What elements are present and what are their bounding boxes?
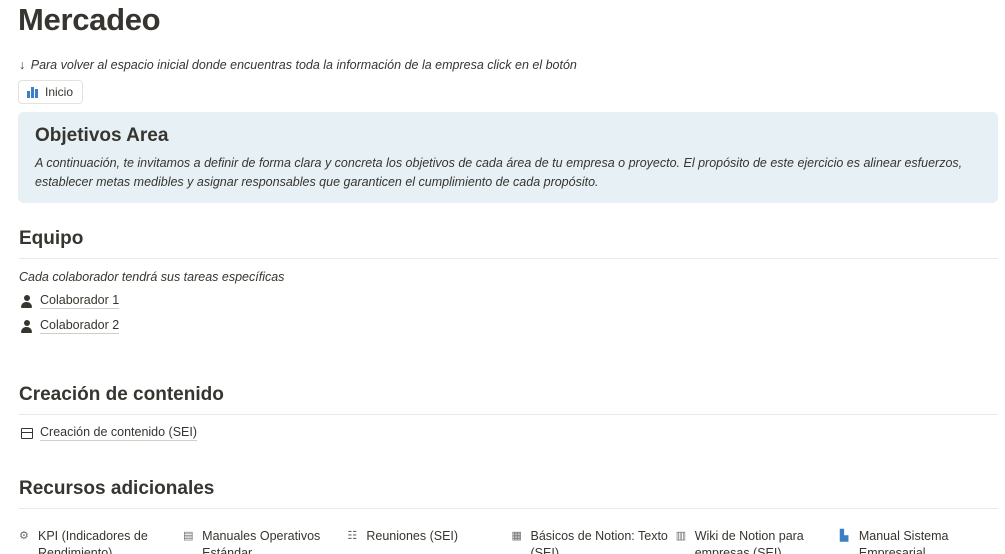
resource-manuales[interactable]: ▤ Manuales Operativos Estándar — [183, 528, 347, 554]
home-hint: ↓ Para volver al espacio inicial donde e… — [19, 58, 577, 72]
page-title: Mercadeo — [18, 2, 161, 37]
inicio-button[interactable]: Inicio — [18, 80, 84, 104]
callout-body: A continuación, te invitamos a definir d… — [35, 156, 963, 189]
meeting-icon: ☷ — [347, 530, 358, 542]
home-hint-text: Para volver al espacio inicial donde enc… — [30, 58, 577, 72]
equipo-heading: Equipo — [19, 228, 84, 249]
creacion-contenido-link[interactable]: Creación de contenido (SEI) — [21, 425, 198, 441]
resource-label: Manual Sistema Empresarial — [858, 529, 949, 554]
resource-label: Básicos de Notion: Texto (SEI) — [530, 529, 668, 554]
contenido-divider — [19, 414, 998, 415]
resource-label: Wiki de Notion para empresas (SEI) — [694, 529, 804, 554]
resource-label: KPI (Indicadores de Rendimiento) — [38, 529, 148, 554]
person-icon — [20, 319, 33, 333]
resources-grid: ⚙ KPI (Indicadores de Rendimiento) ▤ Man… — [19, 528, 1004, 554]
resource-wiki-notion[interactable]: ▥ Wiki de Notion para empresas (SEI) — [676, 528, 840, 554]
resource-label: Reuniones (SEI) — [366, 529, 459, 543]
arrow-down-icon: ↓ — [19, 58, 26, 72]
recursos-divider — [19, 508, 998, 509]
person-icon — [20, 294, 33, 308]
wiki-icon: ▥ — [675, 530, 687, 542]
manual-icon: ▙ — [839, 530, 849, 542]
recursos-heading: Recursos adicionales — [19, 478, 215, 499]
resource-basicos-notion[interactable]: ▦ Básicos de Notion: Texto (SEI) — [512, 528, 676, 554]
resource-reuniones[interactable]: ☷ Reuniones (SEI) — [347, 528, 511, 554]
colaborador-1-link[interactable]: Colaborador 1 — [20, 293, 120, 309]
colaborador-1-label: Colaborador 1 — [40, 293, 120, 309]
resource-label: Manuales Operativos Estándar — [202, 529, 321, 554]
colaborador-2-label: Colaborador 2 — [40, 318, 120, 334]
text-doc-icon: ▦ — [511, 530, 522, 542]
equipo-divider — [19, 258, 998, 259]
callout-title: Objetivos Area — [35, 125, 169, 146]
resource-manual-sistema[interactable]: ▙ Manual Sistema Empresarial — [840, 528, 1004, 554]
building-icon — [27, 86, 38, 98]
database-icon — [21, 427, 33, 439]
creacion-contenido-label: Creación de contenido (SEI) — [40, 425, 198, 441]
book-icon: ▤ — [183, 530, 194, 542]
resource-kpi[interactable]: ⚙ KPI (Indicadores de Rendimiento) — [19, 528, 183, 554]
gear-chart-icon: ⚙ — [19, 530, 29, 542]
objectives-callout: Objetivos Area A continuación, te invita… — [18, 112, 998, 203]
contenido-heading: Creación de contenido — [19, 384, 224, 405]
colaborador-2-link[interactable]: Colaborador 2 — [20, 318, 120, 334]
equipo-caption: Cada colaborador tendrá sus tareas espec… — [19, 270, 285, 284]
inicio-button-label: Inicio — [45, 85, 74, 99]
